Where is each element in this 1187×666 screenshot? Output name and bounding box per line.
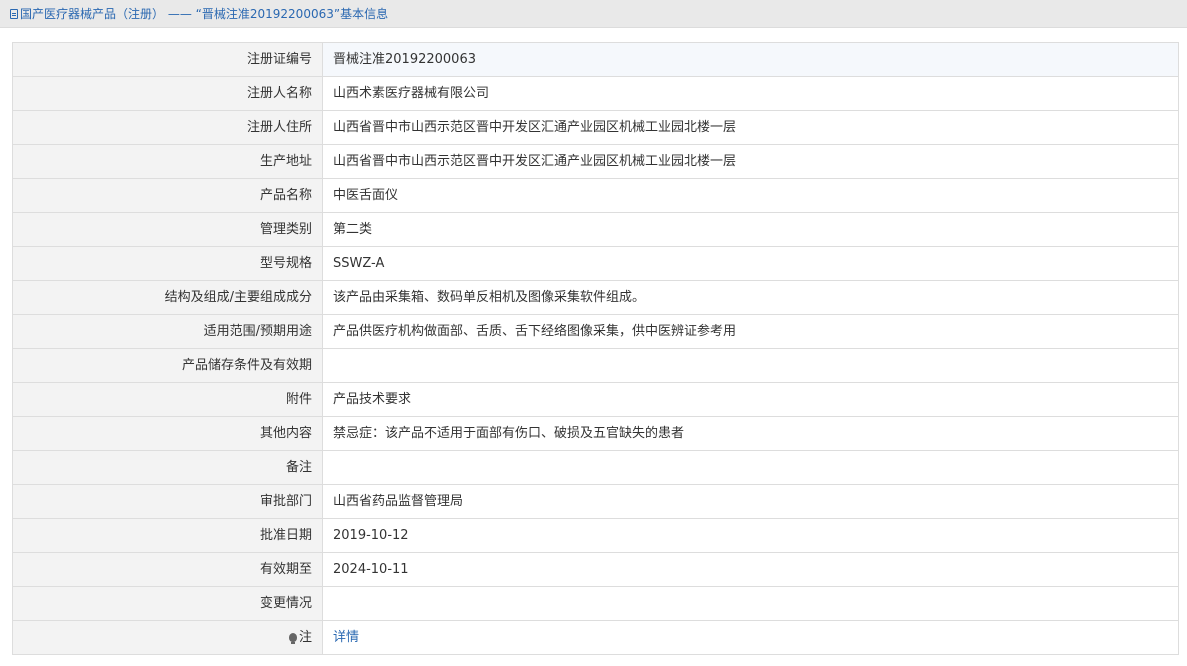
table-row: 适用范围/预期用途 产品供医疗机构做面部、舌质、舌下经络图像采集，供中医辨证参考… — [12, 314, 1179, 349]
table-row: 管理类别 第二类 — [12, 212, 1179, 247]
table-row: 变更情况 — [12, 586, 1179, 621]
row-value: 禁忌症：该产品不适用于面部有伤口、破损及五官缺失的患者 — [322, 416, 1179, 451]
row-label: 注册证编号 — [12, 42, 323, 77]
note-label: 注 — [12, 620, 323, 655]
row-label: 产品储存条件及有效期 — [12, 348, 323, 383]
table-row: 结构及组成/主要组成成分 该产品由采集箱、数码单反相机及图像采集软件组成。 — [12, 280, 1179, 315]
row-label: 注册人名称 — [12, 76, 323, 111]
table-row: 注册证编号 晋械注准20192200063 — [12, 42, 1179, 77]
row-value: 晋械注准20192200063 — [322, 42, 1179, 77]
row-value: 山西省晋中市山西示范区晋中开发区汇通产业园区机械工业园北楼一层 — [322, 144, 1179, 179]
row-label: 结构及组成/主要组成成分 — [12, 280, 323, 315]
note-label-text: 注 — [298, 629, 312, 645]
breadcrumb: 国产医疗器械产品（注册） —— “晋械注准20192200063”基本信息 — [10, 6, 388, 22]
row-value: 第二类 — [322, 212, 1179, 247]
row-value: 2024-10-11 — [322, 552, 1179, 587]
row-label: 产品名称 — [12, 178, 323, 213]
row-value: 产品技术要求 — [322, 382, 1179, 417]
table-row: 生产地址 山西省晋中市山西示范区晋中开发区汇通产业园区机械工业园北楼一层 — [12, 144, 1179, 179]
row-label: 管理类别 — [12, 212, 323, 247]
row-label: 备注 — [12, 450, 323, 485]
table-row: 注册人住所 山西省晋中市山西示范区晋中开发区汇通产业园区机械工业园北楼一层 — [12, 110, 1179, 145]
row-label: 生产地址 — [12, 144, 323, 179]
table-row: 产品名称 中医舌面仪 — [12, 178, 1179, 213]
info-table: 注册证编号 晋械注准20192200063 注册人名称 山西术素医疗器械有限公司… — [12, 42, 1179, 655]
row-label: 型号规格 — [12, 246, 323, 281]
details-link[interactable]: 详情 — [333, 630, 359, 645]
row-value — [322, 586, 1179, 621]
row-value: 山西省药品监督管理局 — [322, 484, 1179, 519]
row-value — [322, 348, 1179, 383]
table-row: 型号规格 SSWZ-A — [12, 246, 1179, 281]
table-row: 产品储存条件及有效期 — [12, 348, 1179, 383]
row-label: 附件 — [12, 382, 323, 417]
row-label: 变更情况 — [12, 586, 323, 621]
table-row: 审批部门 山西省药品监督管理局 — [12, 484, 1179, 519]
breadcrumb-category-link[interactable]: 国产医疗器械产品（注册） — [20, 7, 164, 21]
row-value: 2019-10-12 — [322, 518, 1179, 553]
note-row: 注 详情 — [12, 620, 1179, 655]
table-row: 批准日期 2019-10-12 — [12, 518, 1179, 553]
table-row: 附件 产品技术要求 — [12, 382, 1179, 417]
table-row: 其他内容 禁忌症：该产品不适用于面部有伤口、破损及五官缺失的患者 — [12, 416, 1179, 451]
row-value: 山西术素医疗器械有限公司 — [322, 76, 1179, 111]
row-label: 适用范围/预期用途 — [12, 314, 323, 349]
document-icon — [10, 9, 18, 19]
row-label: 有效期至 — [12, 552, 323, 587]
row-label: 其他内容 — [12, 416, 323, 451]
row-label: 批准日期 — [12, 518, 323, 553]
table-row: 注册人名称 山西术素医疗器械有限公司 — [12, 76, 1179, 111]
table-row: 有效期至 2024-10-11 — [12, 552, 1179, 587]
row-label: 审批部门 — [12, 484, 323, 519]
row-value — [322, 450, 1179, 485]
row-value: 产品供医疗机构做面部、舌质、舌下经络图像采集，供中医辨证参考用 — [322, 314, 1179, 349]
table-row: 备注 — [12, 450, 1179, 485]
lightbulb-icon — [288, 632, 297, 644]
row-value: 山西省晋中市山西示范区晋中开发区汇通产业园区机械工业园北楼一层 — [322, 110, 1179, 145]
breadcrumb-separator: —— — [164, 7, 196, 21]
header-bar: 国产医疗器械产品（注册） —— “晋械注准20192200063”基本信息 — [0, 0, 1187, 28]
note-value: 详情 — [322, 620, 1179, 655]
row-value: 该产品由采集箱、数码单反相机及图像采集软件组成。 — [322, 280, 1179, 315]
row-value: 中医舌面仪 — [322, 178, 1179, 213]
breadcrumb-record-title: “晋械注准20192200063”基本信息 — [195, 7, 389, 21]
row-value: SSWZ-A — [322, 246, 1179, 281]
row-label: 注册人住所 — [12, 110, 323, 145]
